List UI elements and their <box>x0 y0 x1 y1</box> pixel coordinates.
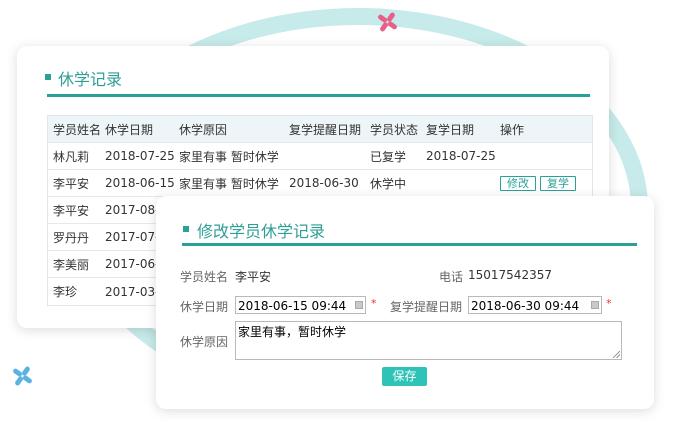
leave-date-value: 2018-06-15 09:44 <box>238 299 347 313</box>
cell-actions: 修改 复学 <box>495 175 590 191</box>
required-mark: * <box>371 297 377 310</box>
resize-grip-icon[interactable] <box>613 351 620 358</box>
cell-name: 李平安 <box>53 176 90 191</box>
flower-petal <box>21 374 33 385</box>
cell-status: 休学中 <box>370 176 407 191</box>
col-header: 复学日期 <box>426 122 475 137</box>
title-marker <box>45 74 51 80</box>
col-header: 复学提醒日期 <box>289 122 362 137</box>
pink-flower-icon <box>376 10 400 34</box>
cell-date: 2018-07-25 <box>105 149 175 163</box>
cell-remind: 2018-06-30 <box>289 176 359 190</box>
table-row: 林凡莉 2018-07-25 家里有事 暂时休学 已复学 2018-07-25 <box>48 143 592 170</box>
cell-date: 2018-06-15 <box>105 176 175 190</box>
flower-petal <box>379 21 389 33</box>
title-rule <box>47 94 590 97</box>
cell-name: 李美丽 <box>53 257 90 272</box>
reason-textarea[interactable]: 家里有事，暂时休学 <box>235 321 622 360</box>
col-header: 学员状态 <box>370 122 419 137</box>
calendar-icon[interactable] <box>591 301 599 309</box>
resume-button[interactable]: 复学 <box>540 175 576 191</box>
cell-name: 林凡莉 <box>53 149 90 164</box>
cell-name: 李珍 <box>53 285 78 299</box>
reason-label: 休学原因 <box>180 335 229 349</box>
col-header: 休学原因 <box>179 122 228 137</box>
dialog-title: 修改学员休学记录 <box>197 222 326 241</box>
leave-date-input[interactable]: 2018-06-15 09:44 <box>235 296 366 314</box>
col-header: 休学日期 <box>105 122 154 137</box>
phone-label: 电话 <box>439 270 464 284</box>
remind-date-input[interactable]: 2018-06-30 09:44 <box>468 296 602 314</box>
leave-date-label: 休学日期 <box>180 300 229 314</box>
required-mark: * <box>606 297 612 310</box>
edit-leave-dialog: 修改学员休学记录 学员姓名 李平安 电话 15017542357 休学日期 20… <box>156 196 654 409</box>
cell-name: 罗丹丹 <box>53 230 90 245</box>
col-header: 学员姓名 <box>53 122 102 137</box>
flower-petal <box>14 375 24 387</box>
card-title: 休学记录 <box>58 70 123 89</box>
phone-value: 15017542357 <box>468 268 552 282</box>
table-header: 学员姓名 休学日期 休学原因 复学提醒日期 学员状态 复学日期 操作 <box>48 116 592 143</box>
cell-return-date: 2018-07-25 <box>426 149 496 163</box>
remind-date-value: 2018-06-30 09:44 <box>471 299 580 313</box>
student-name-label: 学员姓名 <box>180 270 229 284</box>
col-header: 操作 <box>500 122 525 137</box>
cell-reason: 家里有事 暂时休学 <box>179 176 279 191</box>
cell-status: 已复学 <box>370 149 407 164</box>
flower-petal <box>386 20 398 31</box>
title-marker <box>183 226 189 232</box>
cell-name: 李平安 <box>53 203 90 218</box>
remind-date-label: 复学提醒日期 <box>390 300 463 314</box>
save-button[interactable]: 保存 <box>382 367 427 386</box>
cell-reason: 家里有事 暂时休学 <box>179 149 279 164</box>
title-rule <box>182 243 637 246</box>
table-row: 李平安 2018-06-15 家里有事 暂时休学 2018-06-30 休学中 … <box>48 170 592 197</box>
reason-value: 家里有事，暂时休学 <box>238 325 347 339</box>
edit-button[interactable]: 修改 <box>500 175 536 191</box>
calendar-icon[interactable] <box>355 301 363 309</box>
student-name-value: 李平安 <box>235 270 272 284</box>
blue-flower-icon <box>11 364 35 388</box>
